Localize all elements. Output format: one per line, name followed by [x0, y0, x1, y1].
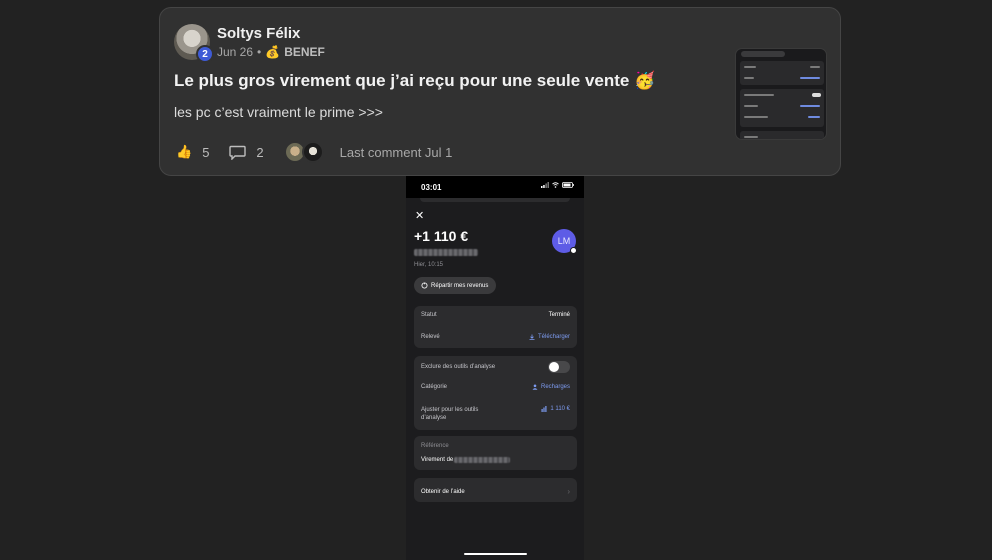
- download-icon: [529, 334, 535, 340]
- category-label: Catégorie: [421, 384, 448, 390]
- post-meta: Jun 26 • 💰 BENEF: [217, 45, 325, 59]
- battery-icon: [562, 182, 574, 188]
- help-label: Obtenir de l’aide: [421, 488, 465, 495]
- download-label: Télécharger: [537, 334, 570, 340]
- reference-prefix: Virement de: [421, 457, 454, 463]
- commenter-avatars[interactable]: [283, 141, 324, 163]
- chevron-right-icon: ›: [567, 487, 570, 496]
- avatar-plus-icon: [570, 247, 577, 254]
- status-card: Statut Terminé Relevé Télécharger: [414, 306, 577, 348]
- download-statement-button[interactable]: Télécharger: [529, 334, 570, 340]
- split-income-label: Répartir mes revenus: [431, 282, 489, 289]
- reference-label-text: Référence: [421, 443, 449, 449]
- like-button[interactable]: 👍 5: [176, 144, 209, 160]
- post-title[interactable]: Le plus gros virement que j’ai reçu pour…: [174, 71, 655, 91]
- exclude-toggle[interactable]: [548, 361, 570, 373]
- post-date: Jun 26: [217, 45, 254, 59]
- adjust-value-text: 1 110 €: [550, 406, 570, 412]
- transaction-date: Hier, 10:15: [414, 262, 444, 268]
- reference-value: Virement de: [421, 457, 570, 463]
- exclude-label: Exclure des outils d’analyse: [421, 364, 496, 370]
- like-count: 5: [202, 144, 210, 160]
- status-bar: 03:01: [406, 176, 584, 198]
- status-icons: [541, 182, 574, 188]
- post-card[interactable]: 2 Soltys Félix Jun 26 • 💰 BENEF Le plus …: [159, 7, 841, 176]
- post-image-thumbnail[interactable]: [735, 48, 827, 140]
- category-value-text: Recharges: [540, 384, 570, 390]
- adjust-label: Ajuster pour les outils d’analyse: [421, 407, 479, 421]
- close-icon[interactable]: ✕: [415, 209, 424, 222]
- author-name[interactable]: Soltys Félix: [217, 25, 300, 42]
- status-time: 03:01: [421, 183, 442, 192]
- split-income-button[interactable]: Répartir mes revenus: [414, 277, 497, 294]
- statement-row: Relevé Télécharger: [421, 334, 570, 340]
- post-body: les pc c’est vraiment le prime >>>: [174, 104, 383, 120]
- status-label: Statut: [421, 312, 437, 318]
- statement-label: Relevé: [421, 334, 440, 340]
- reference-card: Référence Virement de: [414, 436, 577, 470]
- transaction-amount: +1 110 €: [414, 228, 469, 244]
- money-bag-icon: 💰: [265, 45, 281, 59]
- blurred-reference: [454, 457, 511, 463]
- phone-screenshot: 03:01 ✕ +1 110 € Hier, 10:15 LM Répartir…: [406, 176, 584, 560]
- post-actions: 👍 5 2 Last comment Jul 1: [176, 141, 452, 163]
- status-row: Statut Terminé: [421, 312, 570, 318]
- chart-icon: [541, 406, 547, 412]
- comment-icon: [229, 145, 247, 160]
- adjust-value[interactable]: 1 110 €: [541, 406, 570, 412]
- comment-count: 2: [256, 144, 264, 160]
- analysis-card: Exclure des outils d’analyse Catégorie R…: [414, 356, 577, 430]
- level-badge: 2: [196, 45, 214, 63]
- wifi-icon: [552, 182, 559, 188]
- exclude-row: Exclure des outils d’analyse: [421, 361, 570, 373]
- reference-label: Référence: [421, 443, 570, 449]
- meta-separator: •: [257, 45, 262, 59]
- home-indicator: [464, 553, 527, 555]
- category-icon: [532, 384, 538, 390]
- status-value: Terminé: [548, 312, 570, 318]
- help-row[interactable]: Obtenir de l’aide ›: [421, 487, 570, 496]
- sheet-top: [420, 198, 570, 202]
- category-row[interactable]: Catégorie Recharges: [421, 384, 570, 390]
- adjust-row[interactable]: Ajuster pour les outils d’analyse 1 110 …: [421, 406, 570, 422]
- thumbs-up-icon: 👍: [176, 144, 193, 159]
- comment-button[interactable]: 2: [229, 144, 264, 160]
- blurred-sender-name: [414, 249, 478, 256]
- category-tag[interactable]: BENEF: [284, 45, 325, 59]
- last-comment: Last comment Jul 1: [339, 144, 453, 160]
- commenter-avatar: [301, 141, 324, 163]
- category-value[interactable]: Recharges: [532, 384, 570, 390]
- split-icon: [421, 282, 428, 289]
- help-card[interactable]: Obtenir de l’aide ›: [414, 478, 577, 502]
- signal-icon: [541, 182, 549, 188]
